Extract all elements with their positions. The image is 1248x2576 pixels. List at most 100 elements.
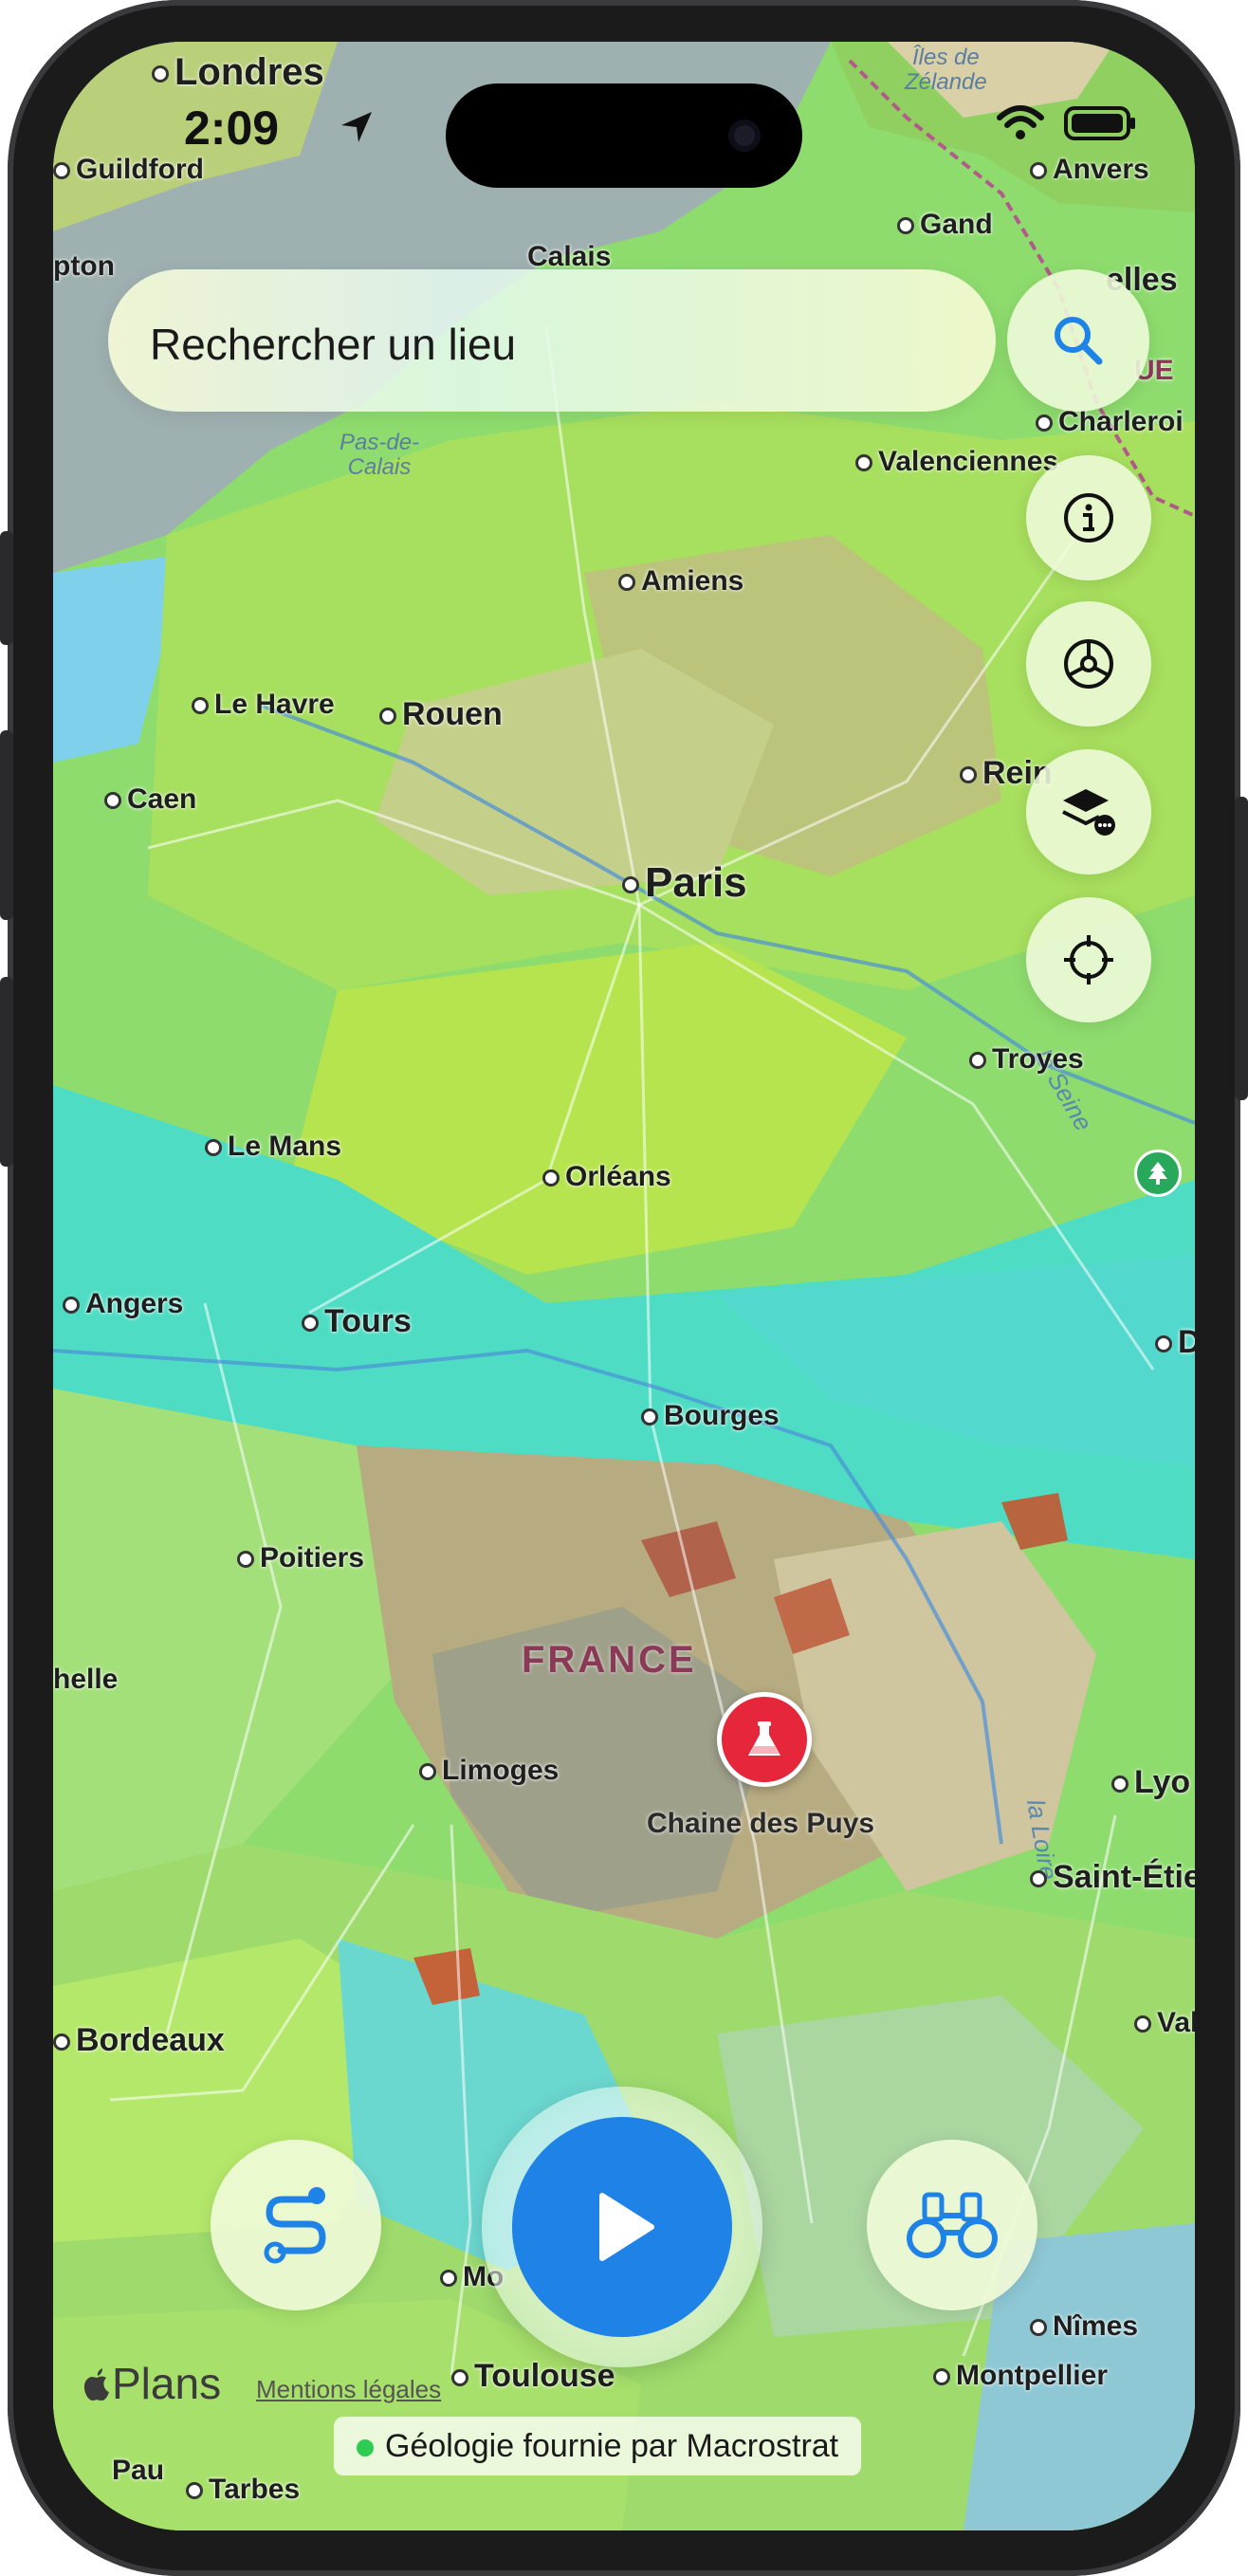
city-name: Amiens [641, 565, 744, 597]
city-name: Troyes [992, 1043, 1084, 1075]
route-button[interactable] [211, 2140, 381, 2310]
layers-icon [1062, 789, 1115, 836]
dynamic-island [446, 83, 802, 188]
city-name: Rouen [402, 696, 503, 732]
search-input[interactable]: Rechercher un lieu [108, 269, 996, 412]
explore-button[interactable] [867, 2140, 1037, 2310]
location-arrow-icon [341, 112, 372, 142]
city-label-le-mans[interactable]: Le Mans [205, 1131, 341, 1163]
city-label-nimes[interactable]: Nîmes [1030, 2310, 1138, 2343]
city-label-dijon[interactable]: D [1155, 1324, 1195, 1361]
city-name: Gand [920, 209, 993, 240]
city-label-la-rochelle[interactable]: helle [53, 1664, 118, 1696]
route-icon [264, 2187, 326, 2264]
city-name: D [1178, 1324, 1195, 1360]
city-label-londres[interactable]: Londres [152, 51, 324, 94]
city-name: Anvers [1053, 154, 1149, 185]
search-icon [1055, 317, 1103, 365]
city-label-saint-etienne[interactable]: Saint-Étie [1030, 1859, 1195, 1896]
status-icons [996, 104, 1138, 142]
city-label-bordeaux[interactable]: Bordeaux [53, 2022, 225, 2059]
city-name: Valenciennes [878, 446, 1059, 477]
city-name: Londres [174, 51, 324, 93]
city-label-gand[interactable]: Gand [897, 209, 993, 241]
city-label-tours[interactable]: Tours [302, 1303, 412, 1340]
city-label-lyon[interactable]: Lyo [1111, 1764, 1190, 1801]
city-label-paris[interactable]: Paris [622, 859, 747, 907]
city-label-caen[interactable]: Caen [104, 783, 196, 816]
status-time: 2:09 [184, 101, 280, 155]
sea-label-pas-de-calais: Pas-de- Calais [340, 430, 420, 480]
city-label-troyes[interactable]: Troyes [969, 1043, 1084, 1076]
city-label-pau[interactable]: Pau [112, 2455, 164, 2487]
camera-icon [728, 120, 761, 152]
city-label-anvers[interactable]: Anvers [1030, 154, 1149, 186]
action-button [0, 531, 13, 645]
park-pin[interactable] [1134, 1150, 1182, 1197]
city-label-montpellier[interactable]: Montpellier [933, 2360, 1108, 2392]
status-dot [357, 2439, 374, 2457]
apple-logo-icon [83, 2368, 109, 2401]
drive-mode-button[interactable] [1026, 601, 1151, 727]
city-name: Paris [645, 859, 747, 906]
city-label-angers[interactable]: Angers [63, 1288, 183, 1320]
play-button[interactable] [512, 2117, 732, 2337]
attribution-text: Géologie fournie par Macrostrat [385, 2428, 839, 2464]
steering-wheel-icon [1064, 639, 1113, 689]
volume-up-button [0, 730, 13, 920]
layers-button[interactable] [1026, 749, 1151, 874]
power-button [1235, 797, 1248, 1100]
city-name: Limoges [442, 1755, 560, 1786]
city-name: Caen [127, 783, 197, 815]
city-label-poitiers[interactable]: Poitiers [237, 1542, 364, 1574]
city-label-valence[interactable]: Vale [1134, 2007, 1195, 2039]
city-name: Le Havre [214, 689, 335, 720]
city-name: Lyo [1134, 1764, 1191, 1800]
poi-pin[interactable] [717, 1692, 812, 1787]
poi-label[interactable]: Chaine des Puys [647, 1808, 874, 1840]
city-name: Orléans [565, 1161, 671, 1192]
city-label-amiens[interactable]: Amiens [618, 565, 743, 598]
search-placeholder: Rechercher un lieu [150, 320, 517, 369]
city-name: Tours [324, 1303, 412, 1339]
play-icon [599, 2193, 654, 2261]
city-label-charleroi[interactable]: Charleroi [1036, 406, 1184, 438]
tree-icon [1148, 1162, 1167, 1185]
city-name: Vale [1157, 2007, 1195, 2038]
city-name: Tarbes [209, 2474, 301, 2505]
plans-brand-text: Plans [112, 2359, 222, 2408]
city-name: Angers [85, 1288, 184, 1319]
plans-logo: Plans [82, 2358, 221, 2409]
crosshair-icon [1064, 935, 1113, 984]
city-label-tarbes[interactable]: Tarbes [186, 2474, 300, 2506]
city-name: Calais [527, 241, 612, 272]
battery-icon [1064, 106, 1135, 140]
locate-me-button[interactable] [1026, 897, 1151, 1022]
city-label-bourges[interactable]: Bourges [641, 1400, 780, 1432]
city-name: Poitiers [260, 1542, 365, 1573]
city-label-rouen[interactable]: Rouen [379, 696, 503, 733]
sea-label-iles-zelande: Îles de Zélande [905, 45, 987, 95]
city-label-guildford[interactable]: Guildford [53, 154, 204, 186]
city-label-orleans[interactable]: Orléans [542, 1161, 671, 1193]
volume-down-button [0, 977, 13, 1167]
city-name: Le Mans [228, 1131, 342, 1162]
geology-attribution[interactable]: Géologie fournie par Macrostrat [334, 2417, 862, 2475]
city-name: Nîmes [1053, 2310, 1139, 2342]
city-name: Saint-Étie [1053, 1859, 1195, 1895]
binoculars-icon [907, 2192, 998, 2258]
legal-notices-link[interactable]: Mentions légales [256, 2375, 441, 2404]
city-name: Bordeaux [76, 2022, 225, 2058]
city-name: Pau [112, 2455, 165, 2486]
city-label-pton[interactable]: pton [53, 250, 115, 283]
city-label-valenciennes[interactable]: Valenciennes [855, 446, 1058, 478]
city-name: helle [53, 1664, 119, 1695]
city-name: Montpellier [956, 2360, 1109, 2391]
search-button[interactable] [1007, 269, 1149, 412]
city-label-calais[interactable]: Calais [527, 241, 611, 273]
city-name: pton [53, 250, 115, 282]
city-label-limoges[interactable]: Limoges [419, 1755, 559, 1787]
city-name: Bourges [664, 1400, 780, 1431]
info-button[interactable] [1026, 455, 1151, 580]
city-label-le-havre[interactable]: Le Havre [192, 689, 335, 721]
